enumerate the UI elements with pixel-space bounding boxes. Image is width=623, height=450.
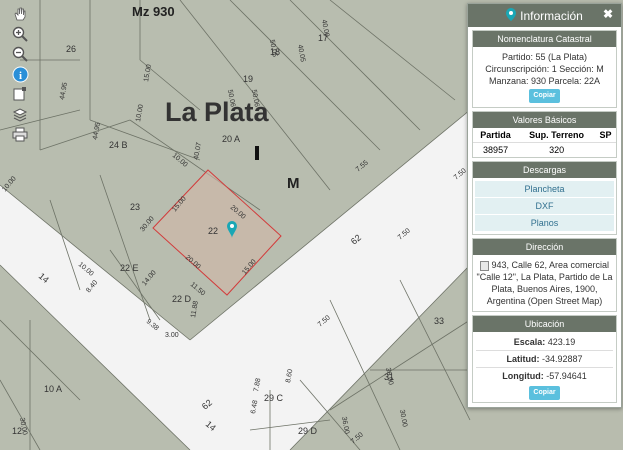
parcel-label: 22 D: [172, 294, 192, 304]
zoom-in-icon[interactable]: [10, 24, 30, 44]
layers-icon[interactable]: [10, 104, 30, 124]
valores-table: Partida Sup. Terreno SP 38957 320: [473, 128, 616, 157]
direccion-text: 943, Calle 62, Area comercial "Calle 12"…: [476, 260, 613, 306]
circunscripcion-line: Circunscripción: 1 Sección: M: [485, 64, 604, 74]
close-icon[interactable]: ✖: [603, 7, 613, 21]
latitud-label: Latitud:: [506, 354, 540, 364]
cell-partida: 38957: [473, 142, 519, 157]
image-icon: [479, 260, 489, 271]
print-icon[interactable]: [10, 124, 30, 144]
cell-sp: [595, 142, 616, 157]
parcel-label: 33: [434, 316, 444, 326]
longitud-label: Longitud:: [502, 371, 544, 381]
dxf-link[interactable]: DXF: [475, 198, 614, 214]
ubicacion-header: Ubicación: [473, 316, 616, 332]
col-partida: Partida: [480, 130, 511, 140]
city-label: La Plata: [165, 97, 270, 127]
parcel-label: 29 C: [264, 393, 284, 403]
valores-header: Valores Básicos: [473, 112, 616, 128]
planos-link[interactable]: Planos: [475, 215, 614, 231]
parcel-label: 20 A: [222, 134, 240, 144]
ubicacion-section: Ubicación Escala: 423.19 Latitud: -34.92…: [472, 315, 617, 403]
cell-sup-terreno: 320: [518, 142, 596, 157]
direccion-section: Dirección 943, Calle 62, Area comercial …: [472, 238, 617, 312]
copy-ubicacion-button[interactable]: Copiar: [529, 386, 560, 400]
table-row: 38957 320: [473, 142, 616, 157]
zoom-out-icon[interactable]: [10, 44, 30, 64]
catastral-header: Nomenclatura Catastral: [473, 31, 616, 47]
manzana-line: Manzana: 930 Parcela: 22A: [488, 76, 601, 86]
catastral-section: Nomenclatura Catastral Partido: 55 (La P…: [472, 30, 617, 108]
info-panel: Información ✖ Nomenclatura Catastral Par…: [467, 3, 622, 408]
latitud-value: -34.92887: [541, 354, 583, 364]
parcel-label: 26: [66, 44, 76, 54]
parcel-label: 24 B: [109, 140, 128, 150]
parcel-label: 23: [130, 202, 140, 212]
parcel-label: 22: [208, 226, 218, 236]
descargas-header: Descargas: [473, 162, 616, 178]
cursor-marker: [255, 146, 259, 160]
svg-text:i: i: [18, 70, 21, 82]
direccion-header: Dirección: [473, 239, 616, 255]
parcel-label: 29 D: [298, 426, 318, 436]
partido-line: Partido: 55 (La Plata): [501, 52, 588, 62]
col-sp: SP: [599, 130, 612, 140]
panel-title: Información: [520, 8, 583, 23]
measure-icon[interactable]: [10, 84, 30, 104]
pan-hand-icon[interactable]: [10, 4, 30, 24]
descargas-section: Descargas Plancheta DXF Planos: [472, 161, 617, 235]
info-pin-icon: [506, 7, 517, 24]
escala-label: Escala:: [513, 337, 546, 347]
parcel-label: 22 E: [120, 263, 139, 273]
plancheta-link[interactable]: Plancheta: [475, 181, 614, 197]
col-sup-terreno: Sup. Terreno: [529, 130, 584, 140]
measure-label: 3.00: [165, 332, 179, 339]
valores-section: Valores Básicos Partida Sup. Terreno SP …: [472, 111, 617, 158]
panel-title-bar: Información ✖: [468, 4, 621, 27]
escala-value: 423.19: [547, 337, 576, 347]
parcel-label: 19: [243, 74, 253, 84]
zone-label: M: [287, 175, 300, 192]
mz-label: Mz 930: [132, 4, 175, 19]
copy-catastral-button[interactable]: Copiar: [529, 89, 560, 103]
info-icon[interactable]: i: [10, 64, 30, 84]
longitud-value: -57.94641: [546, 371, 587, 381]
parcel-label: 10 A: [44, 384, 62, 394]
